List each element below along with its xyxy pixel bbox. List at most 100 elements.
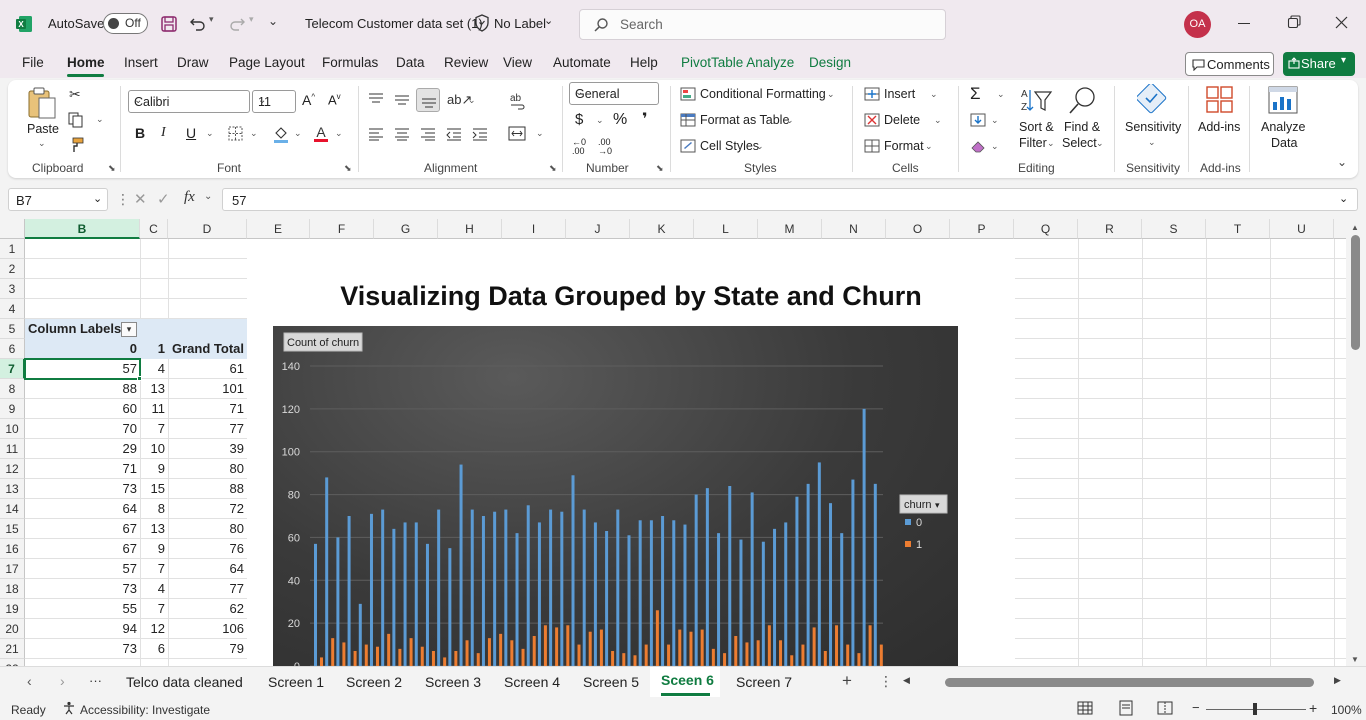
page-layout-view-icon[interactable] bbox=[1118, 700, 1134, 716]
tab-screen-3[interactable]: Screen 3 bbox=[425, 674, 481, 690]
row-header[interactable]: 17 bbox=[0, 559, 25, 579]
scroll-left-icon[interactable]: ◀ bbox=[903, 675, 910, 686]
bar-series-1[interactable] bbox=[476, 653, 480, 666]
customize-toolbar-icon[interactable]: ⌄ bbox=[268, 14, 278, 28]
underline-chevron-down-icon[interactable]: ⌄ bbox=[206, 128, 214, 139]
decrease-indent-icon[interactable] bbox=[446, 127, 462, 141]
pivot-cell[interactable]: 7 bbox=[140, 599, 168, 619]
number-format-combo[interactable]: General ⌄ bbox=[569, 82, 659, 105]
pivot-cell[interactable]: 71 bbox=[25, 459, 140, 479]
row-header[interactable]: 19 bbox=[0, 599, 25, 619]
bar-series-0[interactable] bbox=[784, 522, 788, 666]
pivot-cell[interactable]: 7 bbox=[140, 559, 168, 579]
horizontal-scroll-thumb[interactable] bbox=[945, 678, 1314, 687]
scroll-down-icon[interactable]: ▼ bbox=[1351, 655, 1359, 664]
pivot-filter-dropdown-icon[interactable]: ▾ bbox=[121, 322, 137, 337]
pivot-cell[interactable]: 88 bbox=[25, 379, 140, 399]
zoom-out-icon[interactable]: − bbox=[1192, 700, 1200, 715]
pivot-cell[interactable]: 60 bbox=[25, 399, 140, 419]
column-header-s[interactable]: S bbox=[1142, 219, 1206, 239]
bar-series-1[interactable] bbox=[398, 648, 402, 666]
bar-series-1[interactable] bbox=[353, 651, 357, 666]
sensitivity-icon[interactable] bbox=[1137, 84, 1167, 116]
label-chevron-down-icon[interactable]: ⌄ bbox=[544, 14, 553, 27]
fill-color-chevron-down-icon[interactable]: ⌄ bbox=[294, 128, 302, 139]
menu-home[interactable]: Home bbox=[67, 55, 105, 70]
bar-series-0[interactable] bbox=[537, 522, 541, 666]
format-table-icon[interactable] bbox=[680, 113, 696, 127]
row-header[interactable]: 10 bbox=[0, 419, 25, 439]
cell-styles-icon[interactable] bbox=[680, 139, 696, 153]
column-header-t[interactable]: T bbox=[1206, 219, 1270, 239]
fill-handle[interactable] bbox=[137, 376, 142, 381]
bar-series-0[interactable] bbox=[549, 509, 553, 666]
delete-cells-icon[interactable] bbox=[864, 113, 880, 127]
pivot-cell[interactable]: 9 bbox=[140, 459, 168, 479]
pivot-cell[interactable]: 13 bbox=[140, 519, 168, 539]
row-header[interactable]: 5 bbox=[0, 319, 25, 339]
column-header-h[interactable]: H bbox=[438, 219, 502, 239]
label-state[interactable]: No Label bbox=[494, 16, 546, 31]
row-header[interactable]: 4 bbox=[0, 299, 25, 319]
bar-series-1[interactable] bbox=[387, 633, 391, 666]
fx-chevron-icon[interactable]: ⌄ bbox=[204, 191, 212, 202]
bar-series-0[interactable] bbox=[672, 520, 676, 666]
orientation-chevron-down-icon[interactable]: ⌄ bbox=[468, 95, 476, 106]
bar-series-1[interactable] bbox=[521, 648, 525, 666]
bar-series-1[interactable] bbox=[812, 627, 816, 666]
clear-chevron-icon[interactable]: ⌄ bbox=[991, 141, 999, 152]
bar-series-0[interactable] bbox=[761, 541, 765, 666]
insert-cells-button[interactable]: Insert bbox=[884, 87, 915, 101]
paste-chevron-down-icon[interactable]: ⌄ bbox=[38, 138, 46, 149]
bar-series-1[interactable] bbox=[689, 631, 693, 666]
pivot-cell[interactable]: 106 bbox=[168, 619, 247, 639]
row-header[interactable]: 11 bbox=[0, 439, 25, 459]
decrease-decimal-icon[interactable]: .00 →0 bbox=[598, 138, 612, 156]
conditional-formatting-icon[interactable] bbox=[680, 87, 696, 101]
bar-series-1[interactable] bbox=[611, 651, 615, 666]
increase-font-icon[interactable]: A^ bbox=[302, 92, 315, 108]
bar-series-1[interactable] bbox=[823, 651, 827, 666]
row-header[interactable]: 20 bbox=[0, 619, 25, 639]
sheet-options-icon[interactable]: ⋮ bbox=[879, 673, 893, 690]
bar-series-1[interactable] bbox=[767, 625, 771, 666]
bar-series-1[interactable] bbox=[633, 655, 637, 666]
pivot-cell[interactable]: 64 bbox=[25, 499, 140, 519]
bar-series-1[interactable] bbox=[857, 653, 861, 666]
tab-sceen-6[interactable]: Sceen 6 bbox=[661, 672, 714, 688]
row-header[interactable]: 1 bbox=[0, 239, 25, 259]
name-box[interactable]: B7 ⌄ bbox=[8, 188, 108, 211]
middle-align-icon[interactable] bbox=[394, 92, 410, 106]
menu-insert[interactable]: Insert bbox=[124, 55, 158, 70]
bar-series-1[interactable] bbox=[667, 644, 671, 666]
pivot-cell[interactable]: 70 bbox=[25, 419, 140, 439]
bar-series-0[interactable] bbox=[493, 511, 497, 666]
save-icon[interactable] bbox=[160, 15, 178, 33]
font-color-chevron-down-icon[interactable]: ⌄ bbox=[335, 128, 343, 139]
clear-eraser-icon[interactable] bbox=[970, 139, 986, 153]
sort-filter-label-2[interactable]: Filter bbox=[1019, 136, 1047, 150]
format-cells-button[interactable]: Format bbox=[884, 139, 924, 153]
menu-draw[interactable]: Draw bbox=[177, 55, 209, 70]
add-sheet-icon[interactable]: + bbox=[842, 671, 852, 691]
row-header[interactable]: 8 bbox=[0, 379, 25, 399]
bar-series-1[interactable] bbox=[555, 627, 559, 666]
row-header[interactable]: 14 bbox=[0, 499, 25, 519]
pivot-cell[interactable]: 15 bbox=[140, 479, 168, 499]
column-header-b[interactable]: B bbox=[25, 219, 140, 239]
more-options-icon[interactable]: ⋮ bbox=[116, 191, 130, 208]
bar-series-0[interactable] bbox=[314, 543, 317, 666]
bar-series-0[interactable] bbox=[593, 522, 597, 666]
undo-dropdown-icon[interactable]: ▾ bbox=[209, 14, 214, 25]
selected-cell-b7[interactable] bbox=[24, 358, 141, 380]
bar-series-1[interactable] bbox=[711, 648, 715, 666]
pivot-cell[interactable]: 7 bbox=[140, 419, 168, 439]
bar-series-0[interactable] bbox=[627, 535, 631, 666]
autosave-toggle[interactable]: Off bbox=[103, 13, 148, 34]
top-align-icon[interactable] bbox=[368, 92, 384, 106]
share-button[interactable]: Share ▾ bbox=[1283, 52, 1355, 76]
restore-icon[interactable] bbox=[1287, 15, 1301, 29]
pivot-chart[interactable]: 140120100806040200Count of churnchurn▾01 bbox=[273, 326, 958, 666]
zoom-in-icon[interactable]: + bbox=[1309, 700, 1317, 716]
add-ins-button[interactable]: Add-ins bbox=[1198, 120, 1240, 134]
